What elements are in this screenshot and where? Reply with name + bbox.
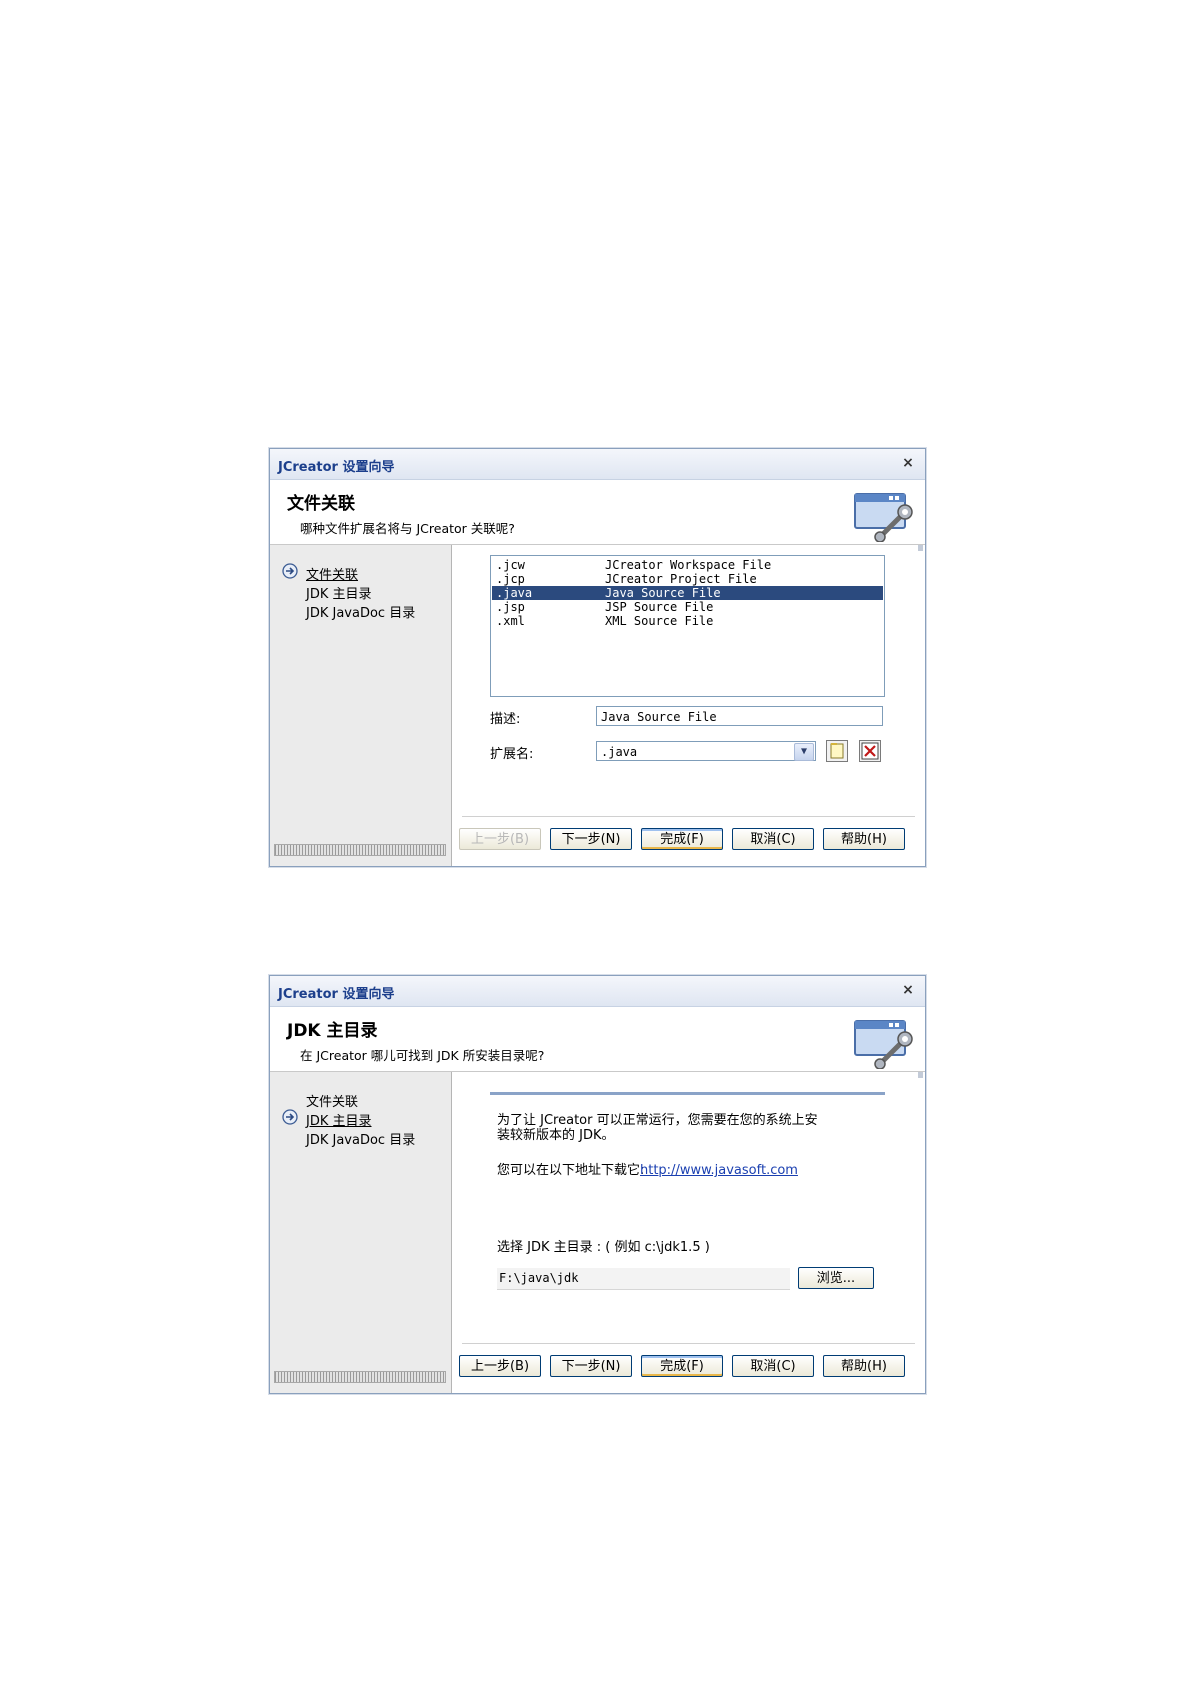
wizard-settings-icon: [854, 1020, 913, 1069]
extension-combo-value: .java: [601, 745, 638, 759]
cancel-button[interactable]: 取消(C): [732, 1355, 814, 1377]
scroll-indicator: [918, 545, 923, 551]
page-title: JDK 主目录: [287, 1021, 378, 1041]
list-item-ext: .jsp: [496, 600, 525, 614]
file-extension-list[interactable]: .jcw JCreator Workspace File .jcp JCreat…: [490, 555, 885, 697]
wizard-content: .jcw JCreator Workspace File .jcp JCreat…: [452, 545, 925, 866]
list-item[interactable]: .jcw JCreator Workspace File: [492, 558, 883, 572]
next-button[interactable]: 下一步(N): [550, 1355, 632, 1377]
jdk-path-field[interactable]: F:\java\jdk: [497, 1268, 790, 1290]
back-button[interactable]: 上一步(B): [459, 1355, 541, 1377]
divider: [462, 816, 915, 817]
list-item-desc: XML Source File: [605, 614, 714, 628]
download-text: 您可以在以下地址下载它:: [497, 1163, 645, 1178]
delete-x-icon: [861, 742, 879, 760]
wizard-header: 文件关联 哪种文件扩展名将与 JCreator 关联呢?: [270, 480, 925, 545]
wizard-content: 为了让 JCreator 可以正常运行，您需要在您的系统上安 装较新版本的 JD…: [452, 1072, 925, 1393]
list-item[interactable]: .jcp JCreator Project File: [492, 572, 883, 586]
next-button[interactable]: 下一步(N): [550, 828, 632, 850]
choose-jdk-label: 选择 JDK 主目录 : ( 例如 c:\jdk1.5 ): [497, 1240, 710, 1255]
nav-item-file-association[interactable]: 文件关联: [306, 1091, 358, 1110]
nav-item-jdk-home[interactable]: JDK 主目录: [306, 1110, 372, 1129]
wizard-settings-icon: [854, 493, 913, 542]
list-item-desc: JCreator Workspace File: [605, 558, 772, 572]
wizard-steps-pane: 文件关联 JDK 主目录 JDK JavaDoc 目录: [270, 545, 452, 866]
delete-extension-button[interactable]: [859, 740, 881, 762]
arrow-right-circle-icon: [282, 1109, 298, 1125]
close-icon[interactable]: ×: [899, 454, 917, 472]
nav-item-jdk-javadoc[interactable]: JDK JavaDoc 目录: [306, 1129, 415, 1148]
list-item-desc: JSP Source File: [605, 600, 714, 614]
cancel-button[interactable]: 取消(C): [732, 828, 814, 850]
window-title: JCreator 设置向导: [278, 460, 395, 475]
window-title: JCreator 设置向导: [278, 987, 395, 1002]
title-bar[interactable]: JCreator 设置向导 ×: [270, 449, 925, 480]
list-item-desc: Java Source File: [605, 586, 721, 600]
arrow-right-circle-icon: [282, 563, 298, 579]
list-item-ext: .jcp: [496, 572, 525, 586]
file-association-dialog: JCreator 设置向导 × 文件关联 哪种文件扩展名将与 JCreator …: [269, 448, 926, 867]
content-top-rule: [490, 1092, 885, 1095]
list-item-selected[interactable]: .java Java Source File: [492, 586, 883, 600]
divider: [462, 1343, 915, 1344]
page-title: 文件关联: [287, 494, 355, 514]
scroll-indicator: [918, 1072, 923, 1078]
back-button[interactable]: 上一步(B): [459, 828, 541, 850]
download-link[interactable]: http://www.javasoft.com: [640, 1163, 798, 1178]
new-document-icon: [830, 743, 844, 759]
resize-grip: [274, 1371, 446, 1383]
button-row: 上一步(B) 下一步(N) 完成(F) 取消(C) 帮助(H): [452, 828, 925, 852]
list-item-ext: .xml: [496, 614, 525, 628]
extension-label: 扩展名:: [490, 747, 534, 762]
page-subtitle: 哪种文件扩展名将与 JCreator 关联呢?: [300, 521, 515, 536]
resize-grip: [274, 844, 446, 856]
new-extension-button[interactable]: [826, 740, 848, 762]
wizard-steps-pane: 文件关联 JDK 主目录 JDK JavaDoc 目录: [270, 1072, 452, 1393]
finish-button[interactable]: 完成(F): [641, 828, 723, 850]
title-bar[interactable]: JCreator 设置向导 ×: [270, 976, 925, 1007]
browse-button[interactable]: 浏览...: [798, 1267, 874, 1289]
description-label: 描述:: [490, 712, 521, 727]
help-button[interactable]: 帮助(H): [823, 1355, 905, 1377]
info-text-line2: 装较新版本的 JDK。: [497, 1128, 615, 1143]
info-text-line1: 为了让 JCreator 可以正常运行，您需要在您的系统上安: [497, 1113, 818, 1128]
list-item[interactable]: .xml XML Source File: [492, 614, 883, 628]
jdk-home-dialog: JCreator 设置向导 × JDK 主目录 在 JCreator 哪儿可找到…: [269, 975, 926, 1394]
chevron-down-icon[interactable]: ▼: [794, 743, 814, 761]
nav-item-file-association[interactable]: 文件关联: [306, 564, 358, 583]
wizard-header: JDK 主目录 在 JCreator 哪儿可找到 JDK 所安装目录呢?: [270, 1007, 925, 1072]
description-field[interactable]: Java Source File: [596, 706, 883, 726]
page-subtitle: 在 JCreator 哪儿可找到 JDK 所安装目录呢?: [300, 1048, 545, 1063]
extension-combo[interactable]: .java ▼: [596, 741, 816, 761]
list-item[interactable]: .jsp JSP Source File: [492, 600, 883, 614]
nav-item-jdk-home[interactable]: JDK 主目录: [306, 583, 372, 602]
finish-button[interactable]: 完成(F): [641, 1355, 723, 1377]
help-button[interactable]: 帮助(H): [823, 828, 905, 850]
nav-item-jdk-javadoc[interactable]: JDK JavaDoc 目录: [306, 602, 415, 621]
list-item-ext: .java: [496, 586, 533, 600]
button-row: 上一步(B) 下一步(N) 完成(F) 取消(C) 帮助(H): [452, 1355, 925, 1379]
list-item-ext: .jcw: [496, 558, 525, 572]
list-item-desc: JCreator Project File: [605, 572, 757, 586]
close-icon[interactable]: ×: [899, 981, 917, 999]
